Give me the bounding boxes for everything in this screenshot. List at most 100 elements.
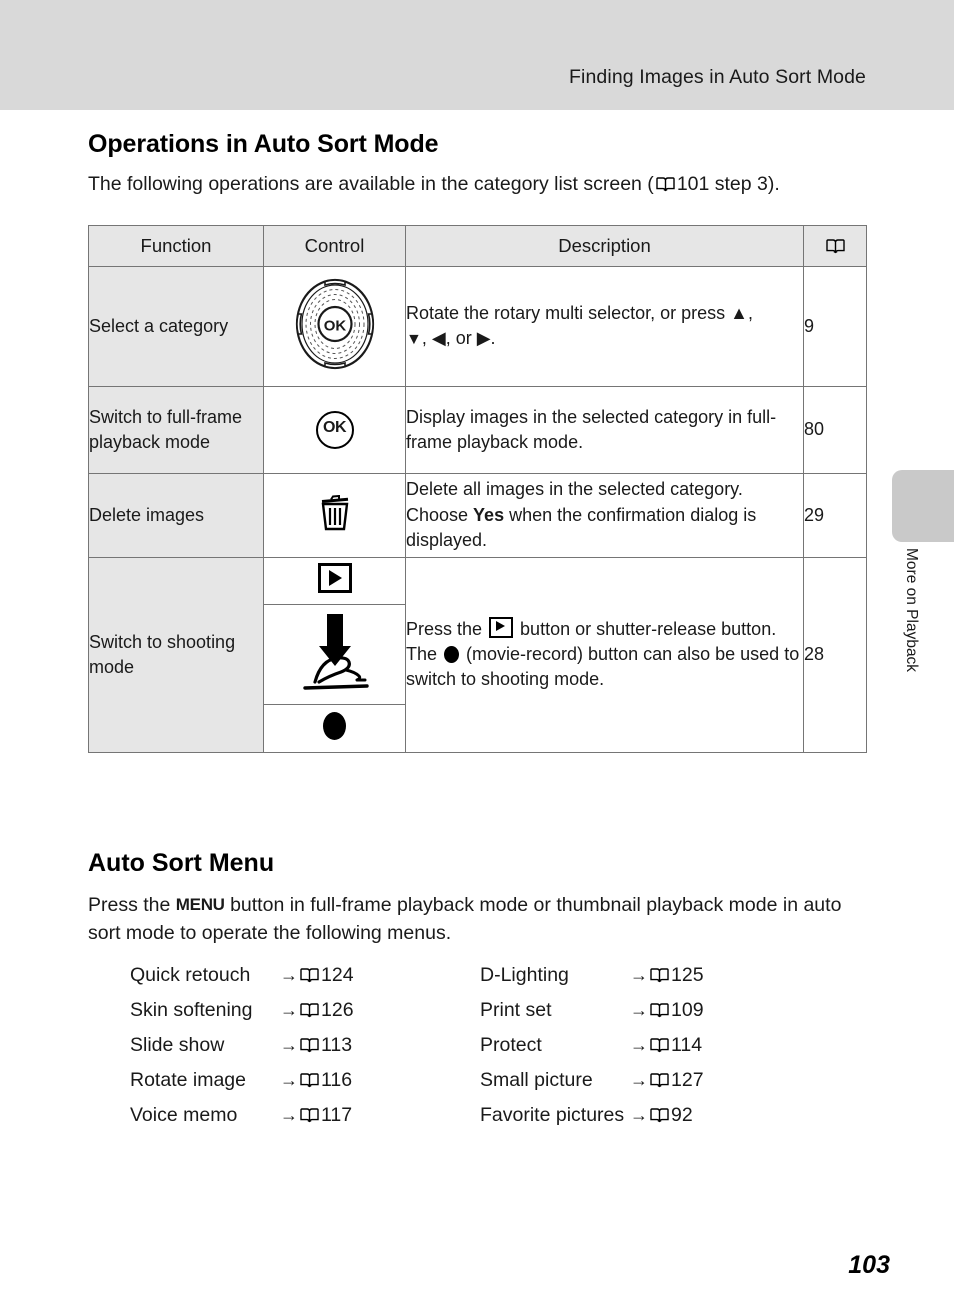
menu-item-label: Quick retouch: [130, 963, 251, 986]
trash-can-icon: [320, 494, 350, 535]
description-text-a: Press the: [406, 618, 488, 639]
control-cell-rotary-selector: OK: [263, 265, 406, 387]
menu-item-page-number: 92: [671, 1103, 693, 1126]
column-header-reference: [803, 224, 867, 267]
description-line-1: Rotate the rotary multi selector, or pre…: [406, 303, 753, 323]
control-cell-trash: [263, 472, 406, 558]
menu-button-icon: MENU: [175, 894, 225, 914]
reference-page-switch-full-frame: 80: [803, 385, 867, 474]
book-icon: [300, 967, 319, 983]
menu-item-page-ref: → 114: [630, 1034, 702, 1057]
menu-item-label: Print set: [480, 998, 552, 1021]
row-function-switch-shooting-mode: Switch to shooting mode: [88, 556, 264, 753]
playback-button-icon: [317, 563, 352, 594]
menu-item-protect[interactable]: Protect → 114: [480, 1034, 830, 1069]
book-icon: [300, 1107, 319, 1123]
column-header-control: Control: [263, 224, 406, 267]
menu-item-page-number: 126: [321, 998, 354, 1021]
menu-item-page-ref: → 113: [280, 1034, 352, 1057]
menu-item-page-ref: → 109: [630, 999, 704, 1022]
reference-page-delete-images: 29: [803, 472, 867, 558]
arrow-right-icon: →: [280, 1034, 298, 1055]
menu-row: Quick retouch → 124 D-Lighting → 125: [130, 964, 830, 999]
menu-item-favorite-pictures[interactable]: Favorite pictures → 92: [480, 1104, 830, 1139]
menu-intro-paragraph: Press the MENU button in full-frame play…: [88, 891, 866, 948]
menu-item-page-number: 113: [321, 1033, 353, 1056]
book-icon: [300, 1037, 319, 1053]
page-running-header: Finding Images in Auto Sort Mode: [0, 0, 954, 110]
column-header-function: Function: [88, 224, 264, 267]
arrow-right-icon: →: [280, 1104, 298, 1125]
menu-item-slide-show[interactable]: Slide show → 113: [130, 1034, 480, 1069]
menu-row: Voice memo → 117 Favorite pictures → 92: [130, 1104, 830, 1139]
book-icon: [650, 1107, 669, 1123]
menu-item-page-number: 114: [671, 1033, 703, 1056]
menu-item-print-set[interactable]: Print set → 109: [480, 999, 830, 1034]
description-cell-select-a-category: Rotate the rotary multi selector, or pre…: [405, 265, 804, 387]
page-content: Operations in Auto Sort Mode The followi…: [88, 110, 867, 1139]
menu-item-label: Skin softening: [130, 998, 253, 1021]
menu-item-d-lighting[interactable]: D-Lighting → 125: [480, 964, 830, 999]
book-icon: [656, 177, 675, 192]
row-function-delete-images: Delete images: [88, 472, 264, 558]
menu-item-label: Slide show: [130, 1033, 225, 1056]
control-cell-ok-button: OK: [263, 385, 406, 474]
section-intro-paragraph: The following operations are available i…: [88, 171, 866, 199]
chapter-thumb-tab: [892, 470, 954, 542]
table-header-row: Function Control Description: [88, 224, 867, 267]
menu-item-page-number: 124: [321, 963, 354, 986]
table-row: Switch to full-frame playback mode OK Di…: [88, 385, 867, 474]
page-number: 103: [848, 1251, 890, 1279]
menu-item-page-number: 125: [671, 963, 704, 986]
book-icon: [300, 1072, 319, 1088]
menu-item-small-picture[interactable]: Small picture → 127: [480, 1069, 830, 1104]
menu-item-page-number: 117: [321, 1103, 353, 1126]
menu-items-grid: Quick retouch → 124 D-Lighting → 125 Skin …: [130, 964, 830, 1139]
svg-text:OK: OK: [323, 317, 346, 334]
book-icon: [300, 1002, 319, 1018]
menu-item-voice-memo[interactable]: Voice memo → 117: [130, 1104, 480, 1139]
menu-item-rotate-image[interactable]: Rotate image → 116: [130, 1069, 480, 1104]
column-header-description: Description: [405, 224, 804, 267]
menu-item-page-number: 116: [321, 1068, 353, 1091]
movie-record-button-icon: [444, 646, 460, 664]
arrow-right-icon: →: [280, 1069, 298, 1090]
arrow-right-icon: →: [630, 964, 648, 985]
menu-item-skin-softening[interactable]: Skin softening → 126: [130, 999, 480, 1034]
table-row: Switch to shooting mode Press the button…: [88, 556, 867, 753]
book-icon: [650, 1072, 669, 1088]
playback-button-icon: [489, 616, 514, 638]
operations-table: Function Control Description Select a ca…: [88, 224, 867, 753]
control-cell-shutter-release: [263, 603, 406, 705]
page-title: Operations in Auto Sort Mode: [88, 130, 439, 158]
description-down-arrow: ▼: [406, 331, 422, 349]
row-function-switch-full-frame: Switch to full-frame playback mode: [88, 385, 264, 474]
description-cell-delete-images: Delete all images in the selected catego…: [405, 472, 804, 558]
table-row: Select a category OK Rotate the rotary m…: [88, 265, 867, 387]
description-line-2: , ◀, or ▶.: [421, 328, 496, 349]
arrow-right-icon: →: [630, 999, 648, 1020]
ok-button-icon: OK: [315, 410, 354, 449]
menu-item-page-ref: → 92: [630, 1104, 693, 1127]
description-cell-switch-full-frame: Display images in the selected category …: [405, 385, 804, 474]
arrow-right-icon: →: [630, 1069, 648, 1090]
arrow-right-icon: →: [280, 964, 298, 985]
menu-item-page-ref: → 127: [630, 1069, 704, 1092]
row-function-select-a-category: Select a category: [88, 265, 264, 387]
control-cell-movie-record: [263, 703, 406, 753]
menu-item-label: Small picture: [480, 1068, 593, 1091]
menu-item-page-ref: → 126: [280, 999, 354, 1022]
description-cell-switch-shooting-mode: Press the button or shutter-release butt…: [405, 556, 804, 753]
section-intro-page-ref: 101 step 3).: [676, 173, 780, 195]
book-icon: [650, 1002, 669, 1018]
menu-item-page-ref: → 116: [280, 1069, 352, 1092]
control-cell-playback-button: [263, 556, 406, 605]
shutter-release-button-icon: [299, 613, 371, 698]
menu-item-page-ref: → 124: [280, 964, 354, 987]
book-icon: [825, 238, 845, 254]
table-row: Delete images Delete all images in the s…: [88, 472, 867, 558]
menu-item-label: Voice memo: [130, 1103, 238, 1126]
arrow-right-icon: →: [280, 999, 298, 1020]
menu-item-quick-retouch[interactable]: Quick retouch → 124: [130, 964, 480, 999]
menu-item-page-ref: → 117: [280, 1104, 352, 1127]
